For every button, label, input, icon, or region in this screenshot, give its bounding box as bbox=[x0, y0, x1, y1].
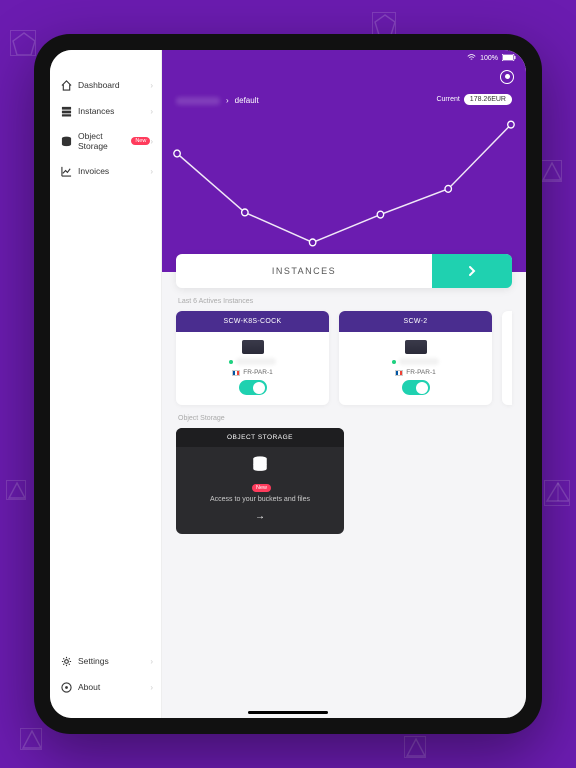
chevron-right-icon: › bbox=[150, 137, 153, 146]
help-icon bbox=[60, 681, 72, 693]
object-storage-subtitle: Access to your buckets and files bbox=[210, 496, 310, 503]
sidebar-label: About bbox=[78, 682, 100, 692]
sidebar: Dashboard › Instances › Object Storage N… bbox=[50, 50, 162, 718]
instance-power-toggle[interactable] bbox=[402, 380, 430, 395]
server-chip-icon bbox=[242, 340, 264, 354]
sidebar-item-about[interactable]: About › bbox=[50, 674, 161, 700]
chevron-right-icon: › bbox=[226, 96, 229, 105]
sidebar-bottom-group: Settings › About › bbox=[50, 648, 161, 700]
instances-tab-bar: INSTANCES bbox=[176, 254, 512, 288]
instance-ip-blurred bbox=[236, 358, 276, 365]
new-badge: New bbox=[131, 137, 150, 145]
chevron-right-icon: › bbox=[150, 81, 153, 90]
instance-card[interactable]: SCW-2 FR-PAR-1 bbox=[339, 311, 492, 405]
sidebar-item-invoices[interactable]: Invoices › bbox=[50, 158, 161, 184]
flag-fr-icon bbox=[232, 370, 240, 376]
home-icon bbox=[60, 79, 72, 91]
bg-tetra-icon bbox=[544, 480, 570, 506]
spending-line-chart[interactable] bbox=[172, 116, 516, 266]
region-label: FR-PAR-1 bbox=[406, 369, 436, 376]
chevron-right-icon bbox=[466, 265, 478, 277]
gear-icon bbox=[60, 655, 72, 667]
database-icon bbox=[251, 455, 269, 478]
server-chip-icon bbox=[405, 340, 427, 354]
status-dot-icon bbox=[229, 360, 233, 364]
current-label: Current bbox=[436, 96, 459, 103]
sidebar-label: Invoices bbox=[78, 166, 109, 176]
bg-triangle-icon bbox=[404, 736, 426, 758]
instance-ip-blurred bbox=[399, 358, 439, 365]
chevron-right-icon: › bbox=[150, 167, 153, 176]
new-badge: New bbox=[252, 484, 271, 492]
breadcrumb-org-blurred bbox=[176, 97, 220, 105]
tab-instances[interactable]: INSTANCES bbox=[176, 254, 432, 288]
sidebar-item-instances[interactable]: Instances › bbox=[50, 98, 161, 124]
sidebar-item-settings[interactable]: Settings › bbox=[50, 648, 161, 674]
breadcrumb-project[interactable]: default bbox=[235, 96, 259, 105]
flag-fr-icon bbox=[395, 370, 403, 376]
instance-name: SCW-K8S-COCK bbox=[176, 311, 329, 332]
tab-next-button[interactable] bbox=[432, 254, 512, 288]
instance-card[interactable]: SCW-K8S-COCK FR-PAR-1 bbox=[176, 311, 329, 405]
profile-icon[interactable] bbox=[500, 70, 514, 84]
bg-triangle-icon bbox=[20, 728, 42, 750]
sidebar-label: Settings bbox=[78, 656, 109, 666]
instance-name: SCW-2 bbox=[339, 311, 492, 332]
bg-pentagon-icon bbox=[10, 30, 36, 56]
hero-chart-panel: › default Current 178.26EUR bbox=[162, 50, 526, 272]
chart-icon bbox=[60, 165, 72, 177]
sidebar-item-dashboard[interactable]: Dashboard › bbox=[50, 72, 161, 98]
chevron-right-icon: › bbox=[150, 657, 153, 666]
status-dot-icon bbox=[392, 360, 396, 364]
sidebar-label: Dashboard bbox=[78, 80, 120, 90]
chevron-right-icon: › bbox=[150, 683, 153, 692]
battery-icon bbox=[502, 54, 516, 63]
instance-region: FR-PAR-1 bbox=[395, 369, 436, 376]
arrow-right-icon: → bbox=[255, 511, 265, 522]
sidebar-label: Instances bbox=[78, 106, 114, 116]
instance-region: FR-PAR-1 bbox=[232, 369, 273, 376]
battery-percent: 100% bbox=[480, 55, 498, 62]
bg-triangle-icon bbox=[6, 480, 26, 500]
instance-card-peek[interactable] bbox=[502, 311, 512, 405]
home-indicator[interactable] bbox=[248, 711, 328, 714]
database-icon bbox=[60, 135, 72, 147]
bg-pentagon-icon bbox=[372, 12, 396, 36]
region-label: FR-PAR-1 bbox=[243, 369, 273, 376]
wifi-icon bbox=[467, 54, 476, 63]
sidebar-item-object-storage[interactable]: Object Storage New › bbox=[50, 124, 161, 158]
status-bar: 100% bbox=[50, 50, 526, 66]
sidebar-top-group: Dashboard › Instances › Object Storage N… bbox=[50, 72, 161, 184]
object-storage-card[interactable]: OBJECT STORAGE New Access to your bucket… bbox=[176, 428, 344, 534]
instance-power-toggle[interactable] bbox=[239, 380, 267, 395]
current-value-pill: 178.26EUR bbox=[464, 94, 512, 105]
instances-row: SCW-K8S-COCK FR-PAR-1 bbox=[162, 311, 526, 405]
chevron-right-icon: › bbox=[150, 107, 153, 116]
instances-section-label: Last 6 Actives Instances bbox=[162, 288, 526, 311]
storage-section-label: Object Storage bbox=[162, 405, 526, 428]
screen: 100% Dashboard › Instances › bbox=[50, 50, 526, 718]
sidebar-label: Object Storage bbox=[78, 131, 128, 151]
tablet-frame: 100% Dashboard › Instances › bbox=[34, 34, 542, 734]
object-storage-title: OBJECT STORAGE bbox=[176, 428, 344, 447]
current-amount: Current 178.26EUR bbox=[436, 94, 512, 105]
bg-triangle-icon bbox=[540, 160, 562, 182]
main-content: › default Current 178.26EUR bbox=[162, 50, 526, 718]
server-icon bbox=[60, 105, 72, 117]
